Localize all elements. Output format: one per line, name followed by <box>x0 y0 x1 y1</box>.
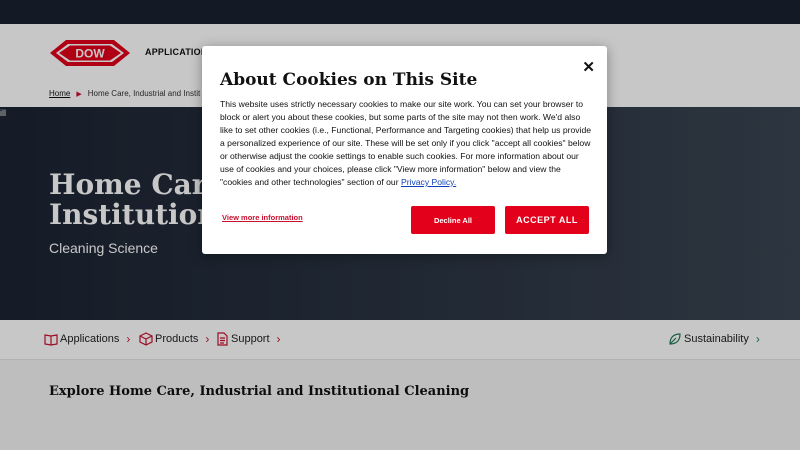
close-icon[interactable]: ✕ <box>582 58 595 76</box>
cookie-dialog-body: This website uses strictly necessary coo… <box>220 99 592 187</box>
cookie-dialog-text: This website uses strictly necessary coo… <box>220 98 592 189</box>
accept-all-button[interactable]: ACCEPT ALL <box>505 206 589 234</box>
view-more-information-link[interactable]: View more information <box>222 213 303 222</box>
decline-all-button[interactable]: Decline All <box>411 206 495 234</box>
cookie-dialog-title: About Cookies on This Site <box>220 70 478 90</box>
privacy-policy-link[interactable]: Privacy Policy. <box>401 177 456 187</box>
cookie-consent-dialog: About Cookies on This Site ✕ This websit… <box>202 46 607 254</box>
